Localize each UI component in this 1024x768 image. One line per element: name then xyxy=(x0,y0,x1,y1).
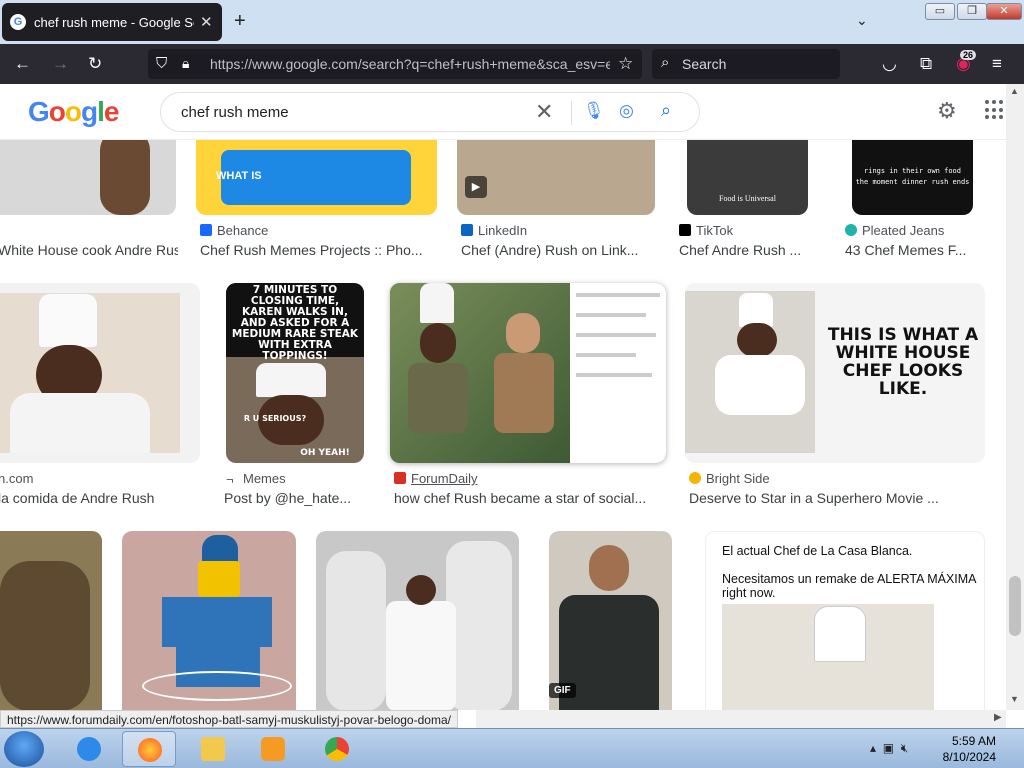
result-source[interactable]: ¬ Memes xyxy=(226,471,286,487)
clock-date: 8/10/2024 xyxy=(942,750,996,764)
clear-icon[interactable]: ✕ xyxy=(535,99,553,125)
divider xyxy=(571,101,572,125)
file-explorer-taskbar-button[interactable] xyxy=(186,731,240,767)
windows-taskbar: ▴ ▣ 🔇︎ 5:59 AM 8/10/2024 xyxy=(0,728,1024,768)
image-result-10[interactable] xyxy=(0,531,102,710)
chrome-taskbar-button[interactable] xyxy=(310,731,364,767)
search-box[interactable]: ⌕ Search xyxy=(652,49,840,79)
microphone-icon[interactable]: 🎙︎ xyxy=(583,101,605,121)
gif-badge: GIF xyxy=(549,683,576,698)
google-search-bar[interactable]: chef rush meme ✕ 🎙︎ ◎ ⌕ xyxy=(160,92,700,132)
clock-time: 5:59 AM xyxy=(951,734,996,748)
result-caption[interactable]: White House cook Andre Rush... xyxy=(0,242,178,258)
image-result-9[interactable]: THIS IS WHAT A WHITE HOUSE CHEF LOOKS LI… xyxy=(685,283,985,463)
image-result-5[interactable]: rings in their own food the moment dinne… xyxy=(852,140,973,215)
firefox-taskbar-button[interactable] xyxy=(122,731,176,767)
image-result-2[interactable]: WHAT IS xyxy=(196,140,437,215)
image-result-6[interactable] xyxy=(0,283,200,463)
image-result-4[interactable]: Food is Universal xyxy=(687,140,808,215)
title-bar: G chef rush meme - Google Search ✕ + ⌄ ▭… xyxy=(0,0,1024,44)
vertical-scrollbar[interactable]: ▲ ▼ xyxy=(1006,84,1024,710)
system-tray-icons[interactable]: ▴ ▣ 🔇︎ xyxy=(870,741,908,756)
result-source[interactable]: TikTok xyxy=(679,223,733,238)
settings-gear-icon[interactable]: ⚙ xyxy=(937,98,957,124)
result-source[interactable]: LinkedIn xyxy=(461,223,527,238)
forward-arrow-icon[interactable]: → xyxy=(52,54,69,74)
google-favicon-icon: G xyxy=(10,14,26,30)
image-result-13[interactable]: GIF xyxy=(549,531,672,710)
image-result-12[interactable] xyxy=(316,531,519,710)
url-text[interactable]: https://www.google.com/search?q=chef+rus… xyxy=(210,56,610,72)
extensions-icon[interactable]: ⧉ xyxy=(920,54,932,74)
menu-hamburger-icon[interactable]: ≡ xyxy=(992,54,1002,74)
browser-window: G chef rush meme - Google Search ✕ + ⌄ ▭… xyxy=(0,0,1024,768)
lock-icon[interactable]: 🔒︎ xyxy=(182,55,189,72)
result-caption[interactable]: la comida de Andre Rush xyxy=(0,490,188,506)
image-result-1[interactable] xyxy=(0,140,176,215)
scrollbar-thumb[interactable] xyxy=(1009,576,1021,636)
result-caption[interactable]: how chef Rush became a star of social... xyxy=(394,490,660,506)
internet-explorer-taskbar-button[interactable] xyxy=(62,731,116,767)
result-caption[interactable]: 43 Chef Memes F... xyxy=(845,242,975,258)
search-submit-icon[interactable]: ⌕ xyxy=(661,100,671,121)
image-result-11[interactable] xyxy=(122,531,296,710)
image-result-7[interactable]: 7 MINUTES TO CLOSING TIME, KAREN WALKS I… xyxy=(226,283,364,463)
extension-badge: 26 xyxy=(960,50,977,60)
tab-list-chevron-icon[interactable]: ⌄ xyxy=(856,12,868,29)
maximize-button[interactable]: ❐ xyxy=(957,3,987,20)
result-caption[interactable]: Deserve to Star in a Superhero Movie ... xyxy=(689,490,959,506)
status-bar-url: https://www.forumdaily.com/en/fotoshop-b… xyxy=(0,710,458,728)
back-arrow-icon[interactable]: ← xyxy=(14,54,31,74)
shield-icon[interactable]: ⛉ xyxy=(156,55,167,72)
google-apps-icon[interactable] xyxy=(985,100,1005,120)
tab-close-icon[interactable]: ✕ xyxy=(200,13,213,31)
start-button[interactable] xyxy=(4,731,44,767)
google-header: Google chef rush meme ✕ 🎙︎ ◎ ⌕ ⚙ xyxy=(0,84,1006,140)
result-caption[interactable]: Chef (Andre) Rush on Link... xyxy=(461,242,655,258)
bookmark-star-icon[interactable]: ☆ xyxy=(618,54,633,74)
browser-toolbar: ← → ↻ ⛉ 🔒︎ https://www.google.com/search… xyxy=(0,44,1024,84)
horizontal-scrollbar[interactable]: ▶ xyxy=(476,710,1006,728)
image-result-14[interactable]: El actual Chef de La Casa Blanca. Necesi… xyxy=(705,531,985,710)
image-results-grid: White House cook Andre Rush... WHAT IS B… xyxy=(0,140,1006,710)
image-result-3[interactable]: ▶ xyxy=(457,140,655,215)
pocket-icon[interactable]: ◡ xyxy=(882,54,897,74)
result-source[interactable]: Bright Side xyxy=(689,471,770,486)
new-tab-icon[interactable]: + xyxy=(234,10,246,33)
result-source[interactable]: Pleated Jeans xyxy=(845,223,944,238)
result-caption[interactable]: Chef Andre Rush ... xyxy=(679,242,811,258)
result-source[interactable]: n.com xyxy=(0,471,33,486)
result-caption[interactable]: Chef Rush Memes Projects :: Pho... xyxy=(200,242,436,258)
tab-title: chef rush meme - Google Search xyxy=(34,15,194,30)
result-source[interactable]: ForumDaily xyxy=(394,471,477,486)
reload-icon[interactable]: ↻ xyxy=(88,54,102,74)
result-source[interactable]: Behance xyxy=(200,223,268,238)
search-query[interactable]: chef rush meme xyxy=(181,104,289,121)
close-window-button[interactable]: ✕ xyxy=(986,3,1022,20)
taskbar-clock[interactable]: 5:59 AM 8/10/2024 xyxy=(940,733,996,765)
google-lens-icon[interactable]: ◎ xyxy=(619,101,634,121)
tab-google-search[interactable]: G chef rush meme - Google Search ✕ xyxy=(2,3,222,41)
google-doodle-logo[interactable]: Google xyxy=(28,96,119,128)
search-placeholder: Search xyxy=(682,56,727,72)
media-player-taskbar-button[interactable] xyxy=(246,731,300,767)
minimize-button[interactable]: ▭ xyxy=(925,3,955,20)
search-icon: ⌕ xyxy=(661,54,670,71)
image-result-8-hovered[interactable] xyxy=(390,283,666,463)
address-bar[interactable]: ⛉ 🔒︎ https://www.google.com/search?q=che… xyxy=(148,49,642,79)
result-caption[interactable]: Post by @he_hate... xyxy=(224,490,364,506)
